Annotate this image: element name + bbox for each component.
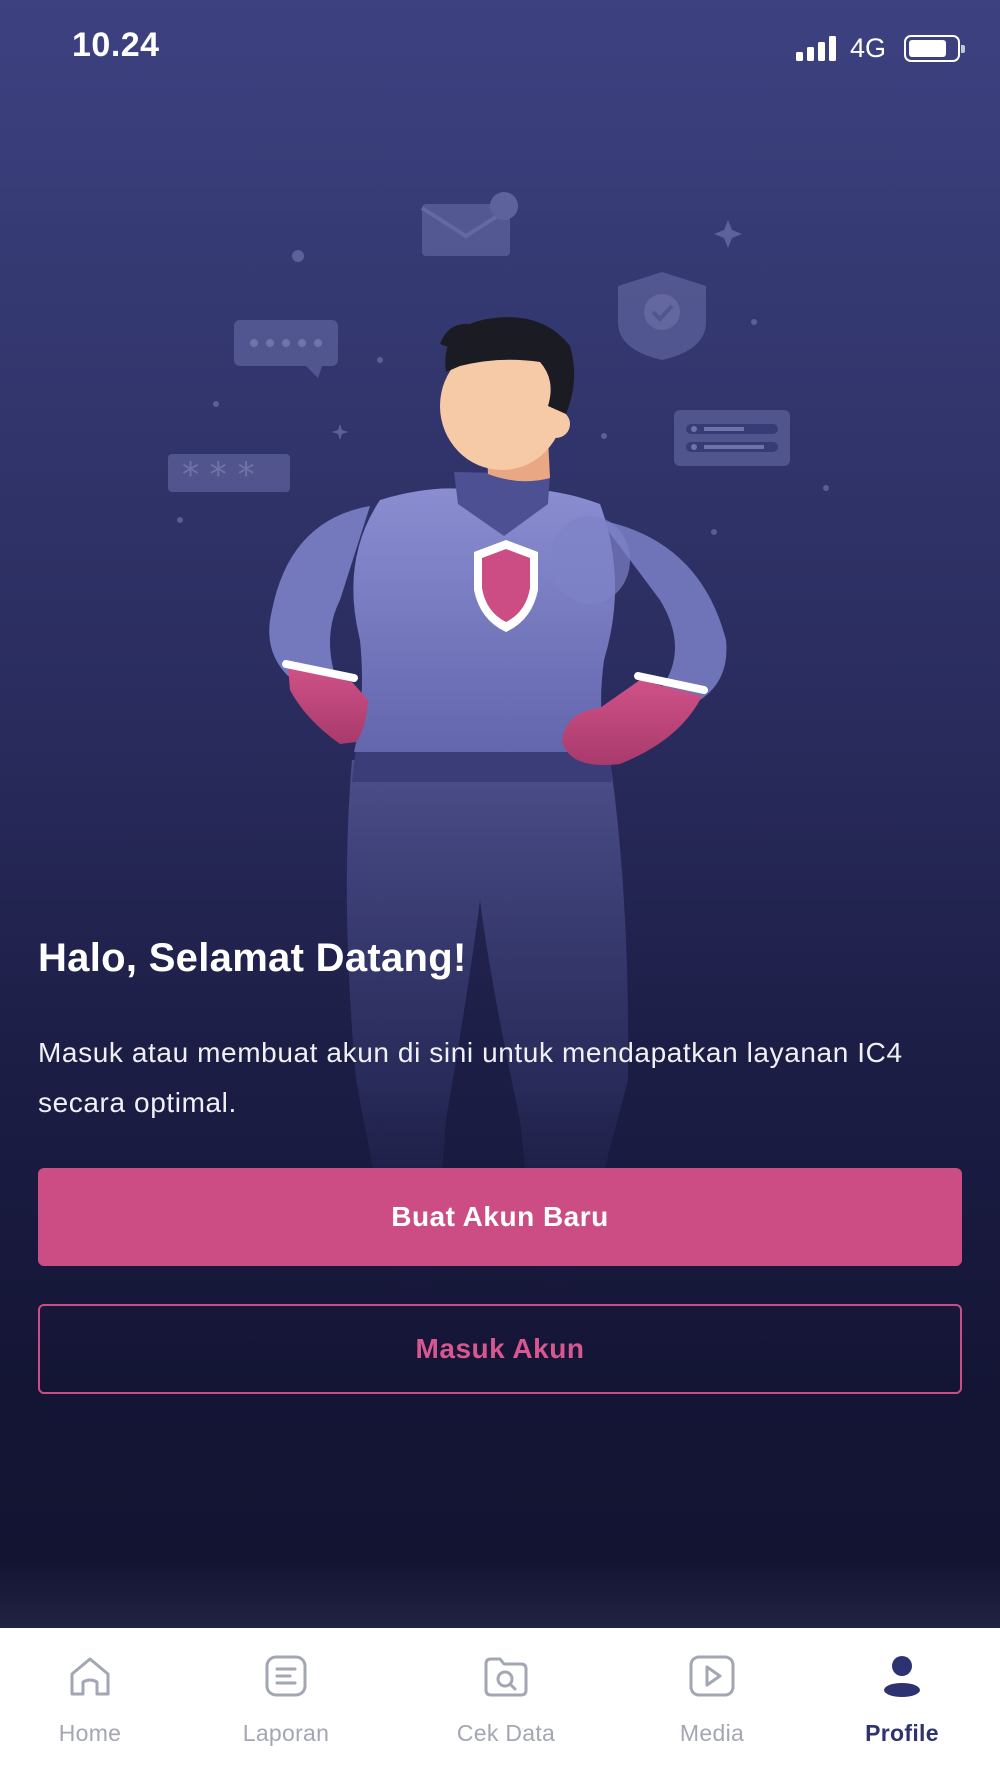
nav-item-laporan[interactable]: Laporan xyxy=(196,1628,376,1778)
nav-item-home[interactable]: Home xyxy=(0,1628,180,1778)
shield-check-icon xyxy=(618,272,706,360)
chat-bubble-icon xyxy=(234,320,338,378)
password-field-icon: * * * xyxy=(168,454,290,495)
welcome-title: Halo, Selamat Datang! xyxy=(38,936,467,980)
nav-shadow xyxy=(0,1560,1000,1628)
head xyxy=(440,317,575,482)
check-data-icon xyxy=(484,1657,528,1697)
profile-icon xyxy=(884,1656,920,1697)
welcome-screen: 10.24 4G * * * Halo, Selamat Datang! Mas… xyxy=(0,0,1000,1778)
nav-item-media[interactable]: Media xyxy=(622,1628,802,1778)
nav-label-cek-data: Cek Data xyxy=(456,1720,556,1746)
report-icon xyxy=(265,1655,307,1697)
form-card-icon xyxy=(674,410,790,466)
nav-label-media: Media xyxy=(679,1720,745,1746)
nav-item-profile[interactable]: Profile xyxy=(812,1628,992,1778)
login-button[interactable]: Masuk Akun xyxy=(38,1304,962,1394)
svg-text:* * *: * * * xyxy=(182,455,255,495)
nav-label-laporan: Laporan xyxy=(242,1720,330,1746)
media-play-icon xyxy=(689,1655,735,1697)
nav-item-cek-data[interactable]: Cek Data xyxy=(416,1628,596,1778)
welcome-description: Masuk atau membuat akun di sini untuk me… xyxy=(38,1037,903,1118)
home-icon xyxy=(70,1657,110,1696)
nav-label-home: Home xyxy=(58,1720,122,1746)
bottom-navigation: Home Laporan Cek Data Media Profile xyxy=(0,1628,1000,1778)
envelope-icon xyxy=(420,192,518,256)
create-account-button[interactable]: Buat Akun Baru xyxy=(38,1168,962,1266)
nav-label-profile: Profile xyxy=(865,1720,939,1746)
left-glove xyxy=(282,660,368,744)
